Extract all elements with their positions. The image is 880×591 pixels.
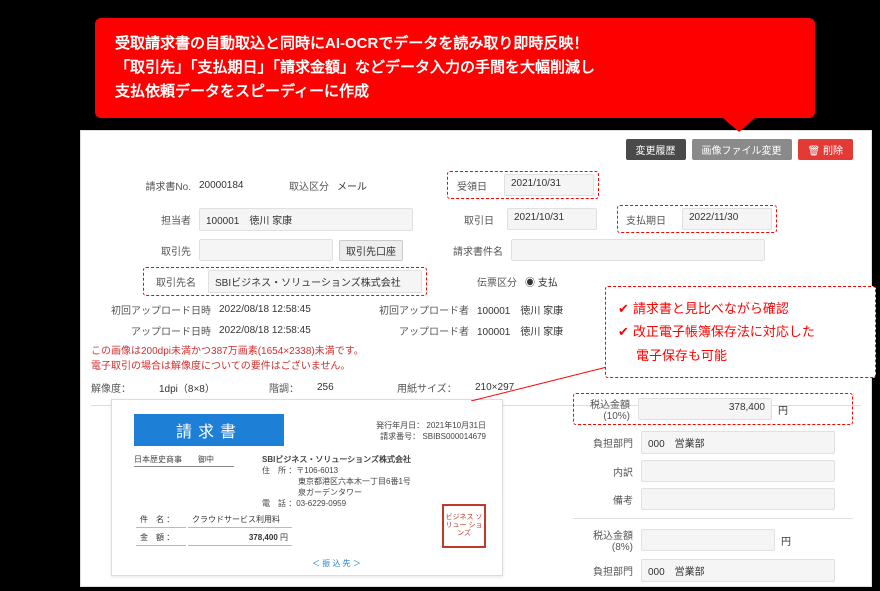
partner-label: 取引先 <box>91 243 199 258</box>
invoice-to: 日本歴史商事 御中 <box>134 455 234 467</box>
paper-label: 用紙サイズ： <box>397 380 475 395</box>
invoice-zip: 〒106-6013 <box>296 466 338 475</box>
first-upload-user-label: 初回アップロード者 <box>359 302 477 317</box>
check-icon: ✔ <box>618 301 629 316</box>
benefit-line-3: 電子保存も可能 <box>636 344 863 367</box>
pay-due-group: 支払期日 2022/11/30 <box>617 205 777 233</box>
invoice-tel: 03-6229-0959 <box>296 499 346 508</box>
title-name-field[interactable] <box>511 239 765 261</box>
invoice-detail-window: 変更履歴 画像ファイル変更 🗑 削除 請求書No. 20000184 取込区分 … <box>80 130 872 587</box>
memo-label: 備考 <box>573 492 641 507</box>
detail-field[interactable] <box>641 460 835 482</box>
invoice-to-suffix: 御中 <box>198 455 214 464</box>
first-upload-time-label: 初回アップロード日時 <box>91 302 219 317</box>
invoice-addr-1: 東京都港区六本木一丁目6番1号 <box>298 476 432 487</box>
invoice-item-label: 件 名 ： <box>136 512 186 528</box>
slip-type-radio-label: 支払 <box>538 278 558 289</box>
upload-user-value: 100001 徳川 家康 <box>477 323 563 338</box>
dept10-field[interactable]: 000 営業部 <box>641 431 835 454</box>
receive-date-group: 受領日 2021/10/31 <box>447 171 599 199</box>
receive-date-field[interactable]: 2021/10/31 <box>504 174 594 196</box>
upload-user-label: アップロード者 <box>359 323 477 338</box>
benefit-box: ✔ 請求書と見比べながら確認 ✔ 改正電子帳簿保存法に対応した 電子保存も可能 <box>605 286 876 378</box>
dept8-field[interactable]: 000 営業部 <box>641 559 835 582</box>
image-change-button[interactable]: 画像ファイル変更 <box>692 139 792 160</box>
benefit-line-1: 請求書と見比べながら確認 <box>633 301 789 316</box>
tax8-field[interactable] <box>641 529 775 551</box>
invoice-preview[interactable]: 請求書 発行年月日： 2021年10月31日 請求番号： SBIBS000014… <box>111 399 503 576</box>
upload-time-label: アップロード日時 <box>91 323 219 338</box>
history-button[interactable]: 変更履歴 <box>626 139 686 160</box>
person-field[interactable]: 100001 徳川 家康 <box>199 208 413 231</box>
pay-due-label: 支払期日 <box>622 212 678 227</box>
trash-icon: 🗑 <box>808 146 823 157</box>
resolution-value: 1dpi（8×8） <box>159 380 269 395</box>
partner-account-button[interactable]: 取引先口座 <box>339 240 403 261</box>
panel-divider <box>573 518 853 519</box>
invoice-addr-label: 住 所 ： <box>262 466 296 475</box>
invoice-transfer-heading: ＜ 振 込 先 ＞ <box>312 558 361 569</box>
first-upload-time-value: 2022/08/18 12:58:45 <box>219 304 359 315</box>
depth-value: 256 <box>317 382 397 393</box>
invoice-meta: 発行年月日： 2021年10月31日 請求番号： SBIBS000014679 <box>376 420 486 442</box>
partner-field[interactable] <box>199 239 333 261</box>
depth-label: 階調： <box>269 380 317 395</box>
detail-label: 内訳 <box>573 464 641 479</box>
first-upload-user-value: 100001 徳川 家康 <box>477 302 563 317</box>
resolution-label: 解像度： <box>91 380 159 395</box>
yen-unit-10: 円 <box>772 402 788 417</box>
tx-date-field[interactable]: 2021/10/31 <box>507 208 597 230</box>
invoice-heading: 請求書 <box>134 414 284 446</box>
invoice-addr-2: 泉ガーデンタワー <box>298 487 432 498</box>
import-type-label: 取込区分 <box>269 178 337 193</box>
dept8-label: 負担部門 <box>573 563 641 578</box>
callout-tail-icon <box>723 118 755 132</box>
tax8-label: 税込金額 (8%) <box>573 527 641 553</box>
invoice-number-value: SBIBS000014679 <box>422 432 486 441</box>
issue-date-value: 2021年10月31日 <box>426 421 486 430</box>
company-seal-icon: ビジネス ソリュー ションズ <box>442 504 486 548</box>
dept10-label: 負担部門 <box>573 435 641 450</box>
invoice-item-value: クラウドサービス利用料 <box>188 512 292 528</box>
person-label: 担当者 <box>91 212 199 227</box>
invoice-to-name: 日本歴史商事 <box>134 455 182 464</box>
toolbar: 変更履歴 画像ファイル変更 🗑 削除 <box>626 139 853 160</box>
callout-line-2: 「取引先」「支払期日」「請求金額」などデータ入力の手間を大幅削減し <box>115 56 795 80</box>
title-name-label: 請求書件名 <box>439 243 511 258</box>
slip-type-label: 伝票区分 <box>453 274 525 289</box>
receive-date-label: 受領日 <box>452 178 500 193</box>
issue-date-label: 発行年月日： <box>376 421 424 430</box>
memo-field[interactable] <box>641 488 835 510</box>
yen-unit-8: 円 <box>775 533 791 548</box>
callout-line-1: 受取請求書の自動取込と同時にAI-OCRでデータを読み取り即時反映！ <box>115 32 795 56</box>
feature-callout: 受取請求書の自動取込と同時にAI-OCRでデータを読み取り即時反映！ 「取引先」… <box>95 18 815 118</box>
delete-button[interactable]: 🗑 削除 <box>798 139 853 160</box>
invoice-no-value: 20000184 <box>199 180 269 191</box>
tax10-field[interactable]: 378,400 <box>638 398 772 420</box>
benefit-line-2: 改正電子帳簿保存法に対応した <box>633 324 815 339</box>
amount-panel: 税込金額 (10%) 378,400 円 負担部門 000 営業部 内訳 備考 … <box>573 393 853 588</box>
invoice-amount-value: 378,400 <box>249 533 278 542</box>
import-type-value: メール <box>337 178 417 193</box>
invoice-amount-unit: 円 <box>280 533 288 542</box>
delete-button-label: 削除 <box>823 146 843 157</box>
invoice-to-block: 日本歴史商事 御中 <box>134 454 234 465</box>
invoice-item-table: 件 名 ：クラウドサービス利用料 金 額 ： 378,400 円 <box>134 510 294 548</box>
invoice-from-block: SBIビジネス・ソリューションズ株式会社 住 所 ：〒106-6013 東京都港… <box>262 454 432 509</box>
partner-name-label: 取引先名 <box>148 274 204 289</box>
invoice-tel-label: 電 話 ： <box>262 499 296 508</box>
check-icon: ✔ <box>618 324 629 339</box>
invoice-amount-label: 金 額 ： <box>136 530 186 546</box>
partner-name-field[interactable]: SBIビジネス・ソリューションズ株式会社 <box>208 270 422 293</box>
invoice-no-label: 請求書No. <box>91 178 199 193</box>
callout-line-3: 支払依頼データをスピーディーに作成 <box>115 80 795 104</box>
slip-type-radio[interactable]: ◉ 支払 <box>525 274 558 289</box>
invoice-from-name: SBIビジネス・ソリューションズ株式会社 <box>262 454 432 465</box>
invoice-number-label: 請求番号： <box>380 432 420 441</box>
upload-time-value: 2022/08/18 12:58:45 <box>219 325 359 336</box>
partner-name-group: 取引先名 SBIビジネス・ソリューションズ株式会社 <box>143 267 427 296</box>
tx-date-label: 取引日 <box>459 212 507 227</box>
pay-due-field[interactable]: 2022/11/30 <box>682 208 772 230</box>
